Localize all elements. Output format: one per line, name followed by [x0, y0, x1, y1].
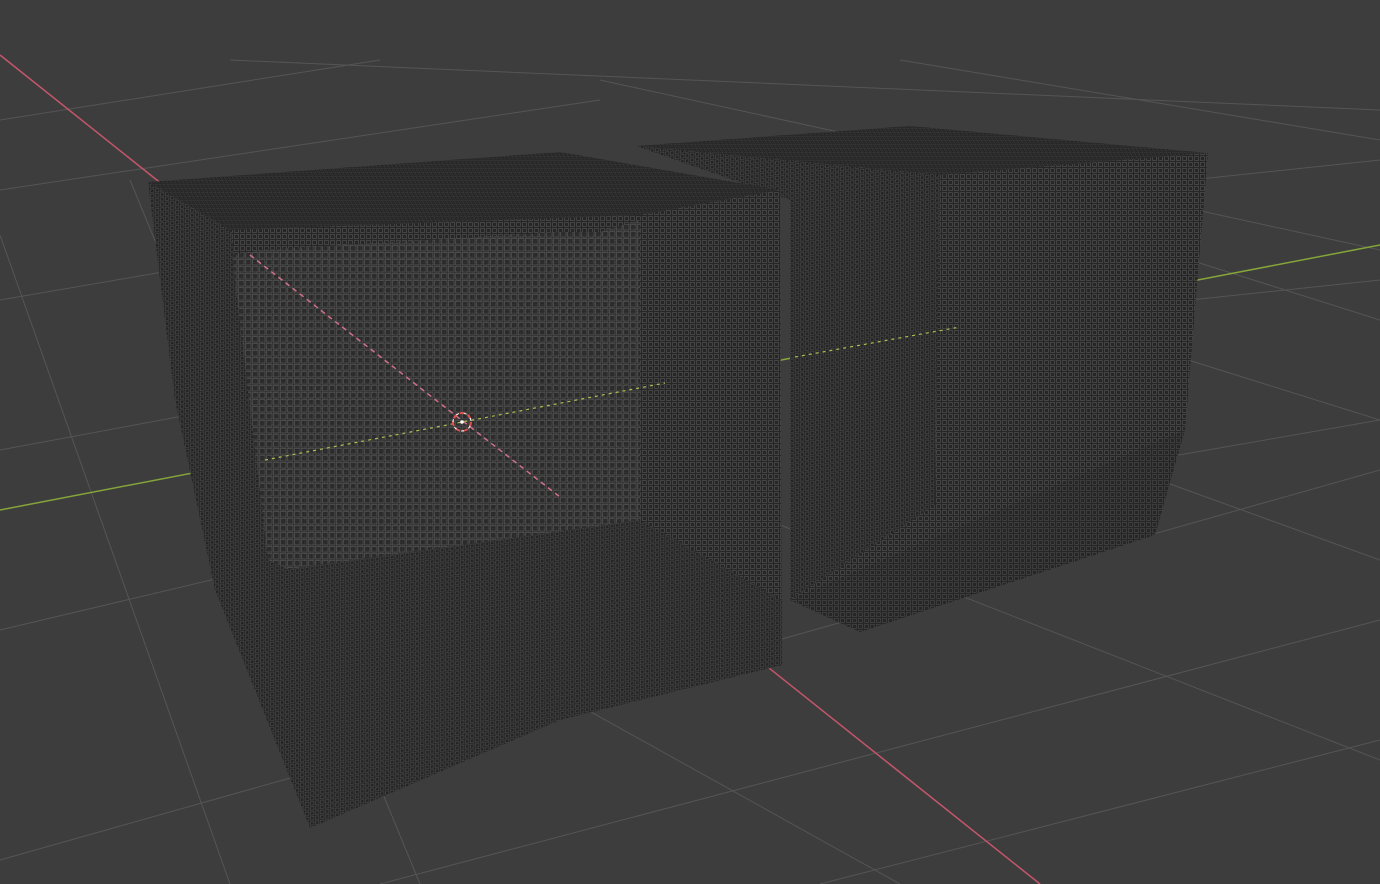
voxel-cube-left[interactable]: [148, 152, 782, 828]
viewport-canvas[interactable]: [0, 0, 1380, 884]
3d-viewport[interactable]: [0, 0, 1380, 884]
